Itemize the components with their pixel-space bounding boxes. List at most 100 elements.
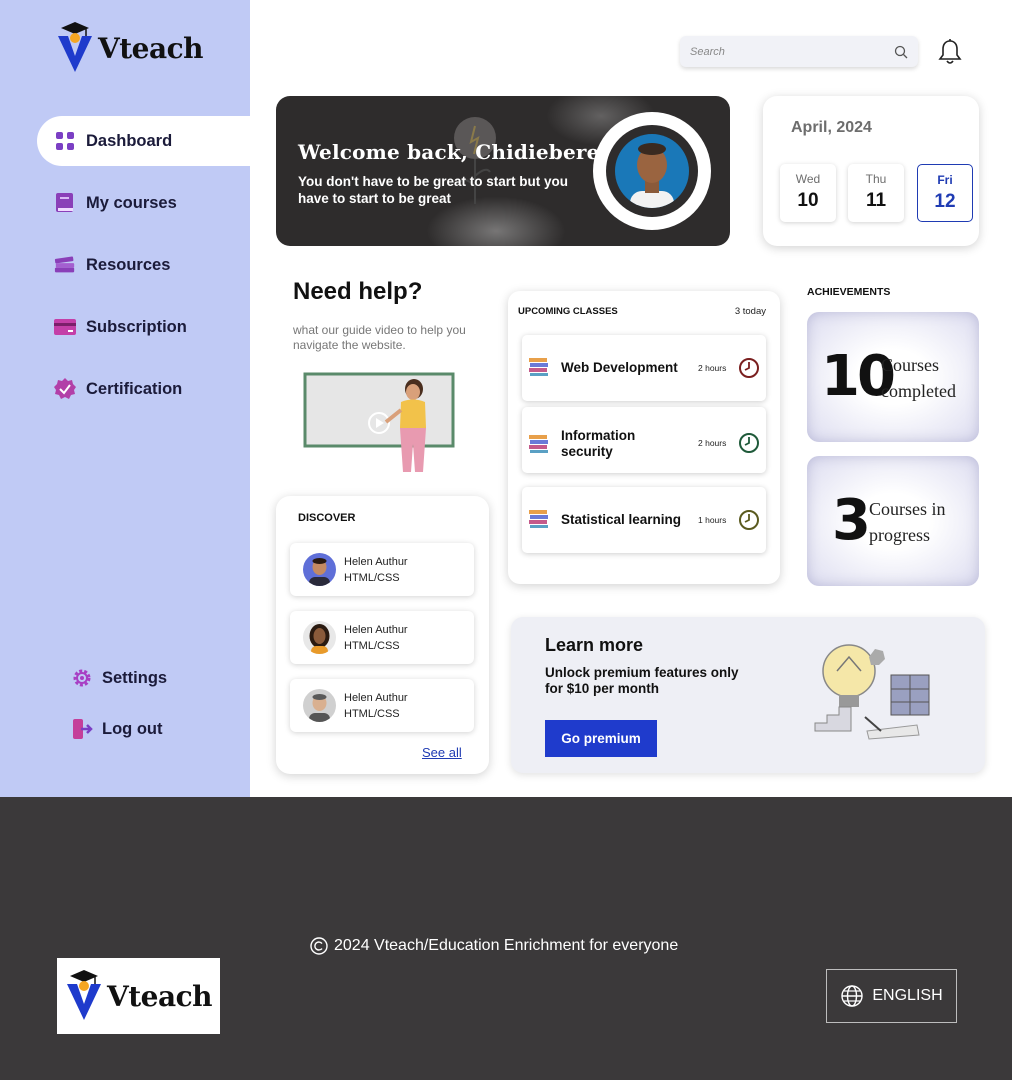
- mentor-card[interactable]: Helen Authur HTML/CSS: [290, 543, 474, 596]
- brand-logo[interactable]: Vteach: [56, 22, 204, 74]
- sidebar-item-resources[interactable]: Resources: [37, 240, 250, 290]
- mentor-avatar: [303, 621, 336, 654]
- sidebar-item-my-courses[interactable]: My courses: [37, 178, 250, 228]
- sidebar-item-label: My courses: [86, 193, 177, 212]
- search-bar[interactable]: [680, 36, 918, 67]
- achievement-number: 3: [832, 488, 871, 553]
- class-name: Web Development: [561, 360, 678, 375]
- language-label: ENGLISH: [872, 987, 943, 1004]
- discover-title: DISCOVER: [298, 512, 356, 524]
- logout-icon: [70, 717, 94, 741]
- book-icon: [54, 192, 76, 214]
- mentor-avatar: [303, 553, 336, 586]
- upcoming-title: UPCOMING CLASSES: [518, 306, 618, 317]
- class-name: Information security: [561, 428, 636, 459]
- sidebar-item-label: Resources: [86, 255, 171, 274]
- sidebar-item-label: Subscription: [86, 317, 187, 336]
- achievement-card: 3 Courses in progress: [807, 456, 979, 586]
- books-icon: [529, 435, 548, 453]
- sidebar: Vteach Dashboard My courses Resources Su…: [0, 0, 250, 797]
- brand-name: Vteach: [98, 31, 204, 65]
- mentor-card[interactable]: Helen Authur HTML/CSS: [290, 679, 474, 732]
- copyright-icon: [310, 937, 328, 955]
- user-photo: [615, 134, 689, 208]
- footer-logo[interactable]: Vteach: [57, 958, 220, 1034]
- books-icon: [529, 358, 548, 376]
- upcoming-classes-card: UPCOMING CLASSES 3 today Web Development…: [508, 291, 780, 584]
- learn-more-title: Learn more: [545, 635, 644, 655]
- user-avatar-frame: [606, 125, 698, 217]
- calendar-month: April, 2024: [791, 119, 872, 136]
- vteach-logo-icon: [66, 970, 101, 1020]
- class-card[interactable]: Web Development 2 hours: [522, 335, 766, 401]
- mentor-avatar: [303, 689, 336, 722]
- calendar-day[interactable]: Wed 10: [780, 164, 836, 222]
- card-icon: [54, 316, 76, 338]
- mentor-topic: HTML/CSS: [344, 707, 400, 720]
- books-stack-icon: [54, 254, 76, 276]
- language-button[interactable]: ENGLISH: [826, 969, 957, 1023]
- class-duration: 1 hours: [698, 515, 727, 525]
- day-date: 11: [865, 190, 887, 211]
- achievement-label: Courses completed: [881, 355, 956, 401]
- day-name: Fri: [937, 173, 953, 187]
- sidebar-item-label: Certification: [86, 379, 183, 398]
- gear-icon: [70, 666, 94, 690]
- mentor-card[interactable]: Helen Authur HTML/CSS: [290, 611, 474, 664]
- help-title: Need help?: [293, 278, 423, 305]
- upcoming-count: 3 today: [734, 306, 766, 317]
- go-premium-button[interactable]: Go premium: [545, 720, 657, 757]
- class-card[interactable]: Information security 2 hours: [522, 407, 766, 473]
- achievement-card: 10 Courses completed: [807, 312, 979, 442]
- search-input[interactable]: [690, 45, 894, 58]
- vteach-logo-icon: [58, 22, 92, 72]
- day-date: 10: [797, 190, 819, 211]
- class-duration: 2 hours: [698, 363, 727, 373]
- class-duration: 2 hours: [698, 438, 727, 448]
- user-avatar[interactable]: [593, 112, 711, 230]
- see-all-link[interactable]: See all: [422, 745, 462, 760]
- class-card[interactable]: Statistical learning 1 hours: [522, 487, 766, 553]
- calendar-day-selected[interactable]: Fri 12: [917, 164, 973, 222]
- sidebar-item-subscription[interactable]: Subscription: [37, 302, 250, 352]
- sidebar-item-dashboard[interactable]: Dashboard: [37, 116, 250, 166]
- logout-label: Log out: [102, 719, 163, 738]
- clock-icon: [739, 433, 759, 453]
- sidebar-item-certification[interactable]: Certification: [37, 364, 250, 414]
- calendar-day[interactable]: Thu 11: [848, 164, 904, 222]
- learn-more-subtitle: Unlock premium features only for $10 per…: [545, 665, 739, 696]
- settings-label: Settings: [102, 668, 168, 687]
- welcome-title: Welcome back, Chidiebere!: [298, 140, 609, 164]
- day-date: 12: [934, 191, 956, 212]
- mentor-topic: HTML/CSS: [344, 639, 400, 652]
- search-icon[interactable]: [894, 45, 908, 59]
- clock-icon: [739, 358, 759, 378]
- day-name: Thu: [865, 172, 887, 186]
- brand-name: Vteach: [106, 979, 213, 1013]
- lightbulb-stairs-illustration-icon: [814, 644, 930, 740]
- help-subtitle: what our guide video to help you navigat…: [293, 323, 466, 352]
- welcome-banner: Welcome back, Chidiebere! You don't have…: [276, 96, 730, 246]
- dashboard-grid-icon: [54, 130, 76, 152]
- logout-link[interactable]: Log out: [70, 717, 162, 741]
- copyright: 2024 Vteach/Education Enrichment for eve…: [310, 937, 678, 955]
- guide-video-thumbnail[interactable]: [300, 368, 460, 476]
- achievement-label: Courses in progress: [869, 499, 946, 545]
- class-name: Statistical learning: [561, 512, 682, 527]
- globe-icon: [841, 985, 864, 1007]
- footer: 2024 Vteach/Education Enrichment for eve…: [0, 797, 1012, 1080]
- notification-bell-icon[interactable]: [936, 38, 964, 66]
- books-icon: [529, 510, 548, 528]
- sidebar-item-label: Dashboard: [86, 131, 173, 150]
- mentor-topic: HTML/CSS: [344, 571, 400, 584]
- mentor-name: Helen Authur: [344, 555, 408, 568]
- settings-link[interactable]: Settings: [70, 666, 167, 690]
- calendar-widget: April, 2024 Wed 10 Thu 11 Fri 12: [763, 96, 979, 246]
- achievements-title: ACHIEVEMENTS: [807, 286, 891, 298]
- learn-more-card: Learn more Unlock premium features only …: [511, 617, 985, 773]
- clock-icon: [739, 510, 759, 530]
- day-name: Wed: [795, 172, 821, 186]
- discover-card: DISCOVER Helen Authur HTML/CSS Helen Aut…: [276, 496, 489, 774]
- welcome-subtitle: You don't have to be great to start but …: [298, 174, 568, 206]
- mentor-name: Helen Authur: [344, 623, 408, 636]
